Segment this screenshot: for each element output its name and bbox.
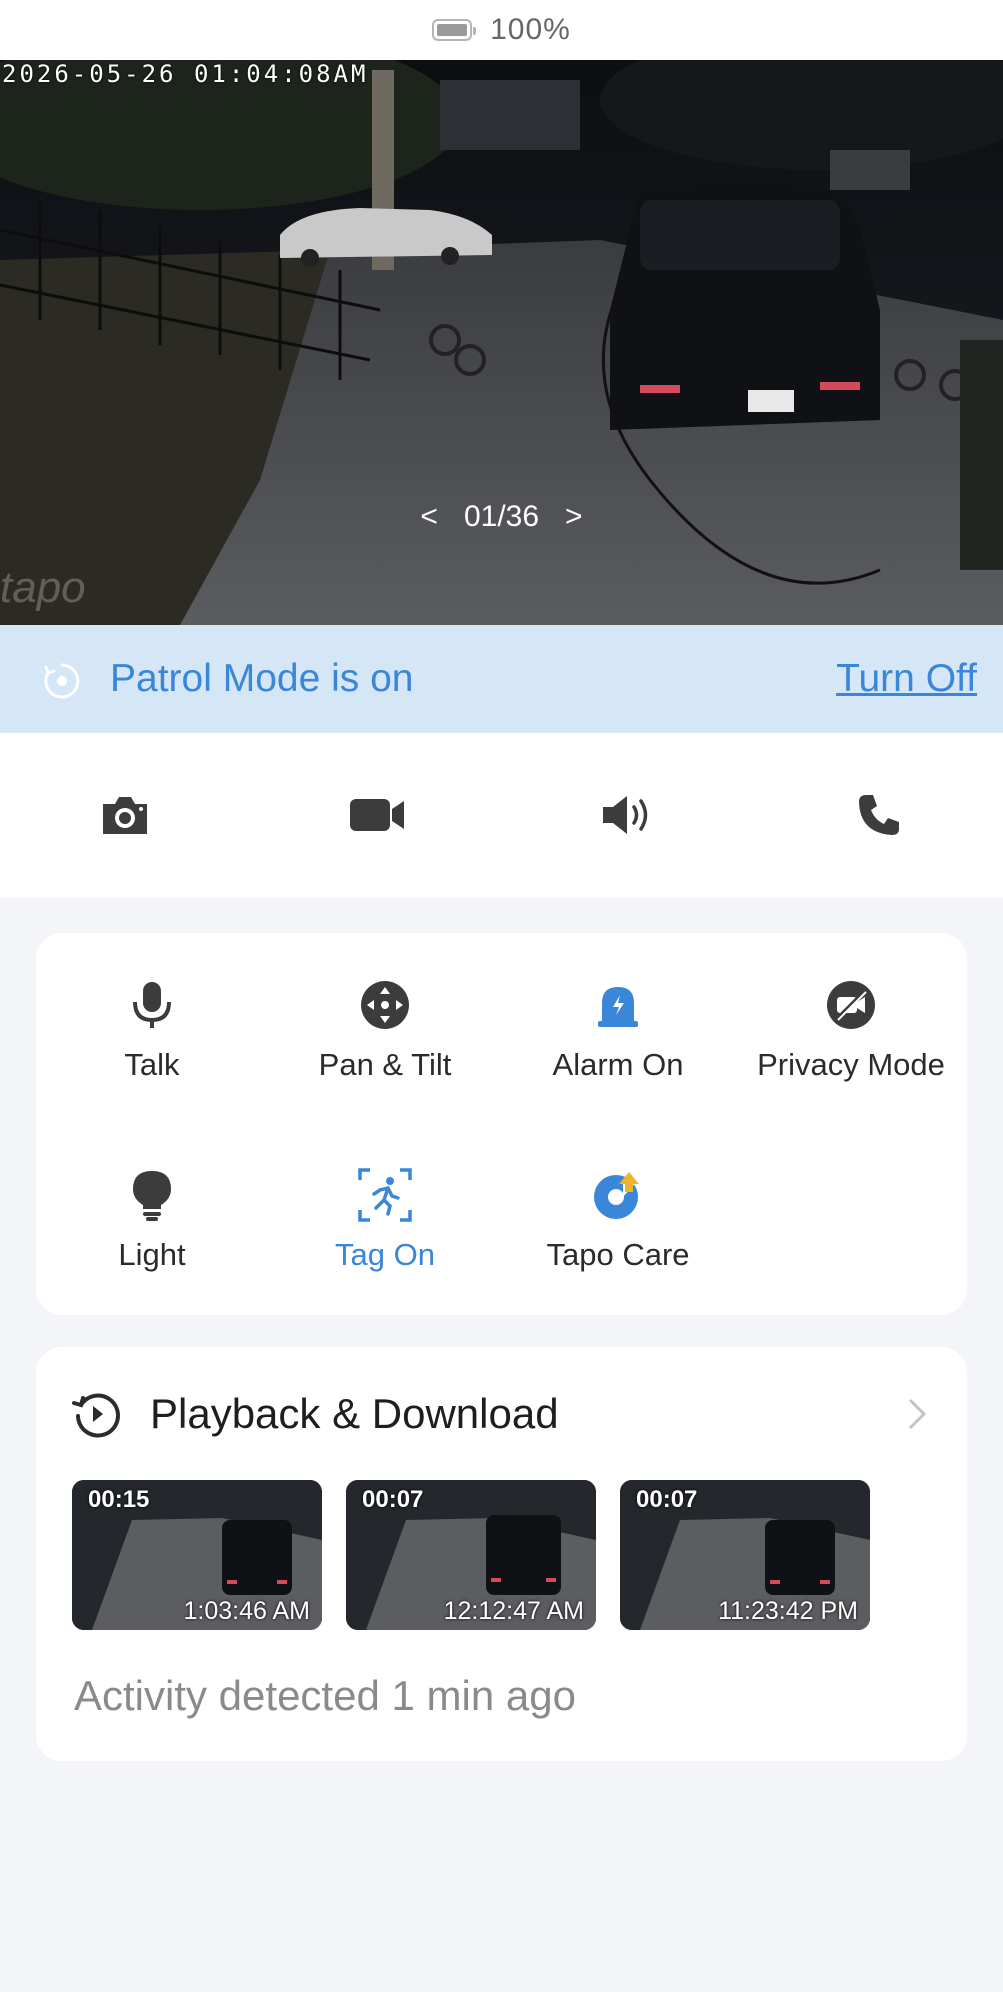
audio-button[interactable]	[595, 783, 659, 847]
pan-tilt-button[interactable]: Pan & Tilt	[269, 977, 501, 1083]
video-timestamp: 2026-05-26 01:04:08AM	[2, 60, 369, 88]
feature-grid: Talk Pan & Tilt Alarm On Privacy Mode Li…	[36, 933, 967, 1315]
clip-duration: 00:07	[362, 1486, 424, 1513]
snapshot-button[interactable]	[93, 783, 157, 847]
battery-percentage: 100%	[490, 13, 571, 46]
tag-button[interactable]: Tag On	[269, 1167, 501, 1273]
playback-header[interactable]: Playback & Download	[72, 1389, 559, 1439]
clip-time: 12:12:47 AM	[443, 1597, 584, 1625]
record-button[interactable]	[345, 783, 409, 847]
brand-watermark: tapo	[0, 563, 86, 612]
alarm-icon	[590, 977, 646, 1033]
clip-duration: 00:07	[636, 1486, 698, 1513]
previous-clip-button[interactable]: <	[420, 500, 438, 534]
activity-status: Activity detected 1 min ago	[74, 1672, 576, 1719]
light-label: Light	[118, 1237, 186, 1272]
alarm-button[interactable]: Alarm On	[502, 977, 734, 1083]
status-bar: 100%	[0, 0, 1003, 60]
turn-off-patrol-link[interactable]: Turn Off	[836, 657, 977, 701]
tag-person-icon	[357, 1167, 413, 1223]
talk-label: Talk	[124, 1047, 180, 1082]
video-camera-icon	[350, 799, 404, 831]
quick-action-toolbar	[0, 733, 1003, 898]
tapo-care-label: Tapo Care	[546, 1237, 690, 1272]
tapo-care-button[interactable]: Tapo Care	[502, 1167, 734, 1273]
patrol-icon	[44, 663, 80, 699]
privacy-icon	[823, 977, 879, 1033]
camera-scene	[0, 60, 1003, 625]
call-button[interactable]	[847, 783, 911, 847]
privacy-mode-label: Privacy Mode	[757, 1047, 945, 1082]
playback-title: Playback & Download	[150, 1390, 559, 1437]
history-icon	[72, 1393, 120, 1438]
next-clip-button[interactable]: >	[565, 500, 583, 534]
phone-icon	[859, 795, 899, 835]
patrol-mode-banner: Patrol Mode is on Turn Off	[0, 625, 1003, 733]
light-button[interactable]: Light	[36, 1167, 268, 1273]
microphone-icon	[124, 977, 180, 1033]
pan-tilt-icon	[357, 977, 413, 1033]
battery-icon	[432, 19, 477, 41]
clip-thumbnail[interactable]: 00:15 1:03:46 AM	[72, 1480, 322, 1630]
camera-icon	[103, 797, 147, 834]
lightbulb-icon	[124, 1167, 180, 1223]
speaker-icon	[603, 796, 648, 834]
clip-thumbnail[interactable]: 00:07 11:23:42 PM	[620, 1480, 870, 1630]
clip-time: 1:03:46 AM	[183, 1597, 310, 1625]
clip-pager: < 01/36 >	[0, 500, 1003, 534]
clip-duration: 00:15	[88, 1486, 150, 1513]
clip-time: 11:23:42 PM	[718, 1597, 858, 1625]
clip-thumbnail[interactable]: 00:07 12:12:47 AM	[346, 1480, 596, 1630]
pan-tilt-label: Pan & Tilt	[318, 1047, 452, 1082]
privacy-mode-button[interactable]: Privacy Mode	[735, 977, 967, 1083]
playback-card: Playback & Download 00:15 1:03:46 AM 00:…	[36, 1347, 967, 1761]
clip-position: 01/36	[463, 500, 540, 533]
alarm-label: Alarm On	[552, 1047, 684, 1082]
chevron-right-icon[interactable]	[907, 1397, 927, 1431]
live-video-view[interactable]: 2026-05-26 01:04:08AM tapo < 01/36 >	[0, 60, 1003, 625]
tag-label: Tag On	[335, 1237, 435, 1272]
talk-button[interactable]: Talk	[36, 977, 268, 1083]
patrol-mode-text: Patrol Mode is on	[110, 657, 414, 700]
tapo-care-icon	[590, 1167, 646, 1223]
